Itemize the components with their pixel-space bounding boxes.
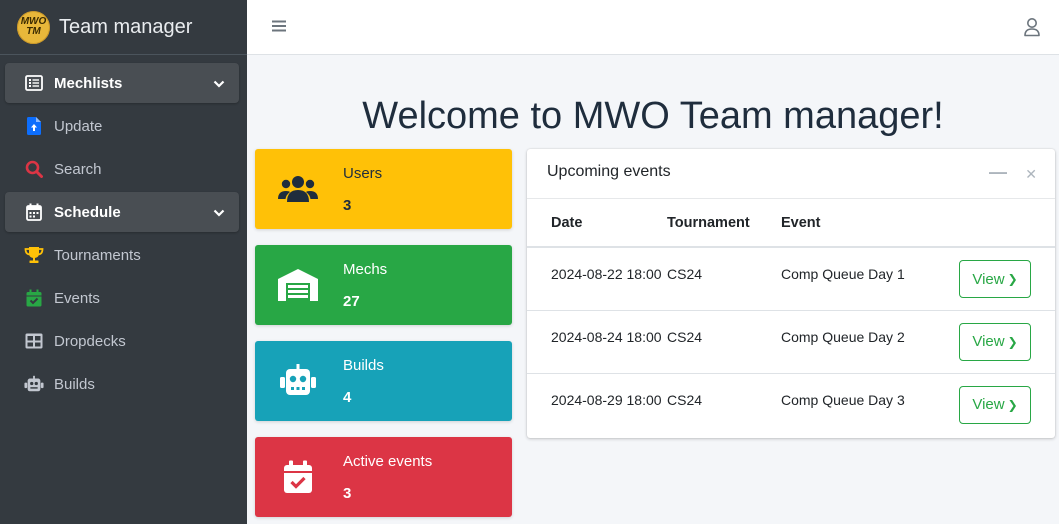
- info-box-label: Mechs: [343, 261, 388, 278]
- column-header-action: [935, 199, 1055, 248]
- view-button-label: View: [972, 270, 1005, 288]
- sidebar-item-schedule[interactable]: Schedule: [5, 192, 239, 232]
- sidebar-item-builds[interactable]: Builds: [5, 364, 239, 404]
- brand-logo-line2: TM: [26, 26, 41, 37]
- topbar: [247, 0, 1059, 55]
- robot-icon: [277, 363, 319, 399]
- info-box-active-events[interactable]: Active events 3: [255, 437, 512, 517]
- file-upload-icon: [24, 116, 44, 136]
- table-row: 2024-08-22 18:00 CS24 Comp Queue Day 1 V…: [527, 247, 1055, 311]
- sidebar-item-label: Search: [54, 160, 102, 178]
- calendar-check-icon: [24, 288, 44, 308]
- table-row: 2024-08-24 18:00 CS24 Comp Queue Day 2 V…: [527, 310, 1055, 374]
- info-box-value: 3: [343, 485, 352, 502]
- cell-date: 2024-08-29 18:00: [551, 391, 662, 408]
- brand-title: Team manager: [59, 15, 193, 38]
- cell-date: 2024-08-24 18:00: [527, 310, 667, 374]
- sidebar-item-update[interactable]: Update: [5, 106, 239, 146]
- chevron-right-icon: ❯: [1007, 272, 1018, 286]
- view-button-label: View: [972, 396, 1005, 413]
- cell-tournament: CS24: [667, 310, 781, 374]
- calendar-check-icon: [277, 459, 319, 495]
- page-title: Welcome to MWO Team manager!: [362, 95, 944, 137]
- sidebar-item-label: Dropdecks: [54, 332, 126, 350]
- cell-event: Comp Queue Day 2: [781, 310, 935, 374]
- column-header-date: Date: [527, 199, 667, 248]
- info-box-value: 4: [343, 389, 352, 406]
- cell-event: Comp Queue Day 3: [781, 391, 905, 408]
- cell-action: View ❯: [935, 310, 1055, 374]
- calendar-icon: [24, 202, 44, 222]
- sidebar-item-label: Update: [54, 117, 103, 135]
- sidebar-item-tournaments[interactable]: Tournaments: [5, 235, 239, 275]
- upcoming-events-card: Upcoming events — ✕ Date Tournament Even…: [527, 149, 1055, 438]
- info-box-users[interactable]: Users 3: [255, 149, 512, 229]
- cell-event: Comp Queue Day 1: [781, 247, 935, 311]
- list-icon: [24, 73, 44, 93]
- sidebar-item-label: Tournaments: [54, 246, 141, 264]
- cell-date: 2024-08-22 18:00: [527, 247, 667, 311]
- cell-action: View ❯: [935, 373, 1055, 436]
- cell-tournament: CS24: [667, 391, 703, 408]
- trophy-icon: [24, 245, 44, 265]
- chevron-right-icon: ❯: [1007, 334, 1018, 349]
- minus-icon[interactable]: —: [989, 162, 1007, 183]
- users-icon: [277, 171, 319, 207]
- info-box-label: Users: [343, 165, 383, 182]
- hamburger-icon[interactable]: [271, 18, 287, 34]
- sidebar: MWO TM Team manager Mechlists Update Sea…: [0, 0, 247, 524]
- column-header-tournament: Tournament: [667, 199, 781, 248]
- info-box-value: 27: [343, 293, 360, 310]
- sidebar-item-label: Mechlists: [54, 74, 123, 92]
- chevron-down-icon: [213, 205, 225, 222]
- sidebar-item-label: Events: [54, 289, 100, 307]
- cell-action: View ❯: [935, 247, 1055, 311]
- card-title: Upcoming events: [547, 163, 671, 180]
- cell-tournament: CS24: [667, 247, 781, 311]
- sidebar-item-search[interactable]: Search: [5, 149, 239, 189]
- view-button[interactable]: View ❯: [959, 260, 1031, 298]
- sidebar-item-label: Builds: [54, 375, 95, 393]
- events-table: Date Tournament Event 2024-08-22 18:00 C…: [527, 199, 1055, 436]
- info-box-mechs[interactable]: Mechs 27: [255, 245, 512, 325]
- table-row: 2024-08-29 18:00 CS24 Comp Queue Day 3 V…: [527, 373, 1055, 436]
- sidebar-item-mechlists[interactable]: Mechlists: [5, 63, 239, 103]
- chevron-right-icon: ❯: [1007, 397, 1018, 412]
- sidebar-item-label: Schedule: [54, 203, 121, 221]
- table-icon: [24, 331, 44, 351]
- search-icon: [24, 159, 44, 179]
- warehouse-icon: [277, 267, 319, 303]
- user-icon[interactable]: [1023, 17, 1041, 37]
- robot-icon: [24, 374, 44, 394]
- view-button-label: View: [972, 333, 1005, 350]
- card-header: Upcoming events — ✕: [527, 149, 1055, 199]
- close-icon[interactable]: ✕: [1025, 166, 1037, 183]
- sidebar-nav: Mechlists Update Search Schedule Tournam…: [0, 55, 247, 404]
- brand[interactable]: MWO TM Team manager: [0, 0, 247, 55]
- info-box-builds[interactable]: Builds 4: [255, 341, 512, 421]
- view-button[interactable]: View ❯: [959, 385, 1031, 424]
- sidebar-item-dropdecks[interactable]: Dropdecks: [5, 321, 239, 361]
- sidebar-item-events[interactable]: Events: [5, 278, 239, 318]
- info-box-value: 3: [343, 197, 352, 214]
- table-header-row: Date Tournament Event: [527, 199, 1055, 248]
- info-box-label: Active events: [343, 453, 433, 470]
- info-box-label: Builds: [343, 357, 384, 374]
- brand-logo: MWO TM: [17, 10, 50, 44]
- chevron-down-icon: [213, 76, 225, 93]
- column-header-event: Event: [781, 199, 935, 248]
- view-button[interactable]: View ❯: [959, 322, 1031, 361]
